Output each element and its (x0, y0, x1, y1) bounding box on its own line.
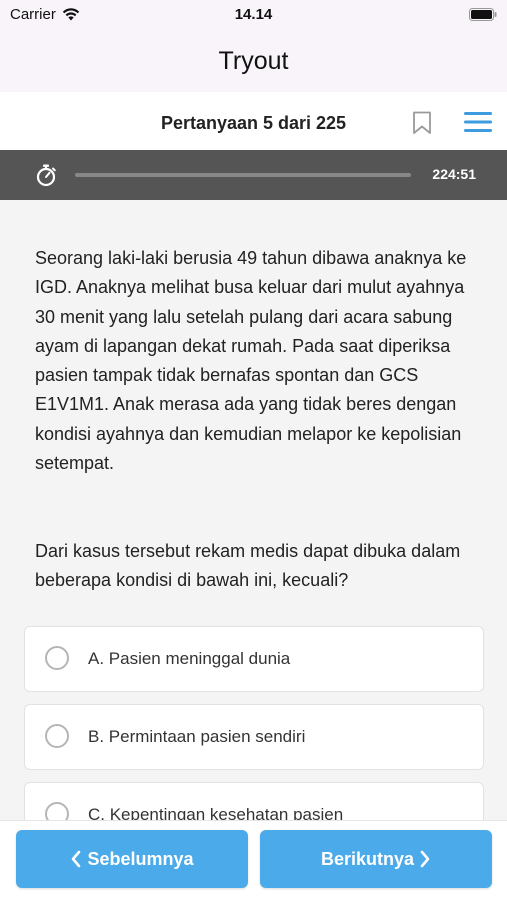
previous-button[interactable]: Sebelumnya (16, 830, 248, 888)
answer-option-a[interactable]: A. Pasien meninggal dunia (24, 626, 484, 692)
status-bar: Carrier 14.14 (0, 0, 507, 30)
radio-icon[interactable] (45, 802, 69, 820)
answer-option-label: A. Pasien meninggal dunia (88, 649, 291, 668)
chevron-left-icon (72, 850, 81, 868)
bookmark-icon[interactable] (412, 111, 432, 135)
next-button[interactable]: Berikutnya (260, 830, 492, 888)
question-content: Seorang laki-laki berusia 49 tahun dibaw… (0, 200, 507, 820)
answer-option-label: B. Permintaan pasien sendiri (88, 727, 306, 746)
previous-button-label: Sebelumnya (87, 849, 194, 869)
timer-progress-track (75, 173, 411, 177)
stopwatch-icon (36, 164, 56, 187)
next-button-label: Berikutnya (320, 849, 415, 869)
chevron-right-icon (420, 850, 430, 868)
answer-option-b[interactable]: B. Permintaan pasien sendiri (24, 704, 484, 770)
menu-icon[interactable] (464, 111, 492, 133)
radio-icon[interactable] (45, 646, 69, 670)
page-title: Tryout (218, 47, 289, 75)
radio-icon[interactable] (45, 724, 69, 748)
question-prompt: Dari kasus tersebut rekam medis dapat di… (35, 541, 461, 591)
navigation-bar: Tryout (0, 30, 507, 92)
answer-option-c[interactable]: C. Kepentingan kesehatan pasien (24, 782, 484, 820)
status-time: 14.14 (234, 6, 273, 23)
question-header: Pertanyaan 5 dari 225 (0, 92, 507, 150)
answer-option-label: C. Kepentingan kesehatan pasien (88, 805, 344, 820)
footer-navigation: Sebelumnya Berikutnya (0, 820, 507, 901)
timer-remaining: 224:51 (432, 166, 476, 182)
battery-icon (469, 8, 497, 21)
question-stem: Seorang laki-laki berusia 49 tahun dibaw… (35, 248, 467, 474)
